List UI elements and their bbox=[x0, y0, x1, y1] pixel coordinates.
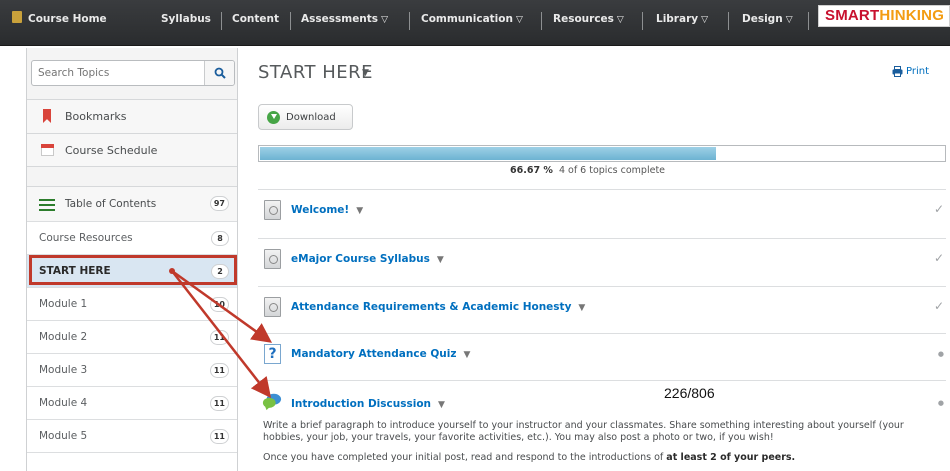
topic-link[interactable]: Attendance Requirements & Academic Hones… bbox=[291, 301, 585, 313]
sidebar-item-label: Module 5 bbox=[39, 430, 88, 442]
nav-divider bbox=[808, 12, 809, 30]
document-icon bbox=[264, 297, 281, 317]
incomplete-dot-icon: ● bbox=[937, 399, 944, 407]
count-badge: 11 bbox=[209, 429, 229, 444]
nav-library[interactable]: Library ▽ bbox=[656, 13, 708, 25]
bookmark-icon bbox=[43, 109, 51, 123]
nav-communication[interactable]: Communication ▽ bbox=[421, 13, 523, 25]
count-badge: 10 bbox=[209, 297, 229, 312]
sidebar-item-course-resources[interactable]: Course Resources 8 bbox=[27, 222, 237, 255]
chevron-down-icon[interactable]: ▼ bbox=[438, 400, 445, 410]
sidebar-item-label: Module 1 bbox=[39, 298, 88, 310]
sidebar-item-module-3[interactable]: Module 3 11 bbox=[27, 354, 237, 387]
count-badge: 2 bbox=[211, 264, 229, 279]
count-badge: 97 bbox=[209, 196, 229, 211]
sidebar: Bookmarks Course Schedule Table of Conte… bbox=[26, 48, 238, 471]
chevron-down-icon[interactable]: ▼ bbox=[356, 206, 363, 216]
topic-link[interactable]: eMajor Course Syllabus ▼ bbox=[291, 253, 444, 265]
course-home-icon bbox=[12, 11, 22, 23]
chevron-down-icon[interactable]: ▼ bbox=[437, 255, 444, 265]
chevron-down-icon[interactable]: ▼ bbox=[362, 68, 369, 78]
sidebar-item-module-1[interactable]: Module 1 10 bbox=[27, 288, 237, 321]
search-button[interactable] bbox=[204, 61, 234, 85]
chevron-down-icon[interactable]: ▼ bbox=[463, 350, 470, 360]
topic-row-quiz: ? Mandatory Attendance Quiz ▼ ● bbox=[258, 333, 946, 375]
discussion-icon bbox=[262, 393, 282, 411]
nav-content[interactable]: Content bbox=[232, 13, 279, 25]
smarthinking-logo[interactable]: SMARTHINKING bbox=[818, 5, 950, 27]
description-paragraph: Once you have completed your initial pos… bbox=[263, 452, 796, 463]
count-badge: 8 bbox=[211, 231, 229, 246]
list-icon bbox=[39, 199, 55, 211]
sidebar-item-label: START HERE bbox=[39, 265, 111, 277]
sidebar-item-partial bbox=[27, 453, 237, 471]
topic-row-discussion: Introduction Discussion ▼ ● bbox=[258, 380, 946, 420]
description-paragraph: Write a brief paragraph to introduce you… bbox=[263, 420, 904, 443]
completed-check-icon: ✓ bbox=[933, 202, 944, 216]
nav-syllabus[interactable]: Syllabus bbox=[161, 13, 211, 25]
document-icon bbox=[264, 200, 281, 220]
nav-divider bbox=[409, 12, 410, 30]
count-badge: 11 bbox=[209, 330, 229, 345]
nav-divider bbox=[642, 12, 643, 30]
completed-check-icon: ✓ bbox=[933, 299, 944, 313]
sidebar-item-start-here[interactable]: START HERE 2 bbox=[27, 255, 237, 288]
top-navbar: Course Home Syllabus Content Assessments… bbox=[0, 0, 950, 46]
search-icon bbox=[214, 67, 226, 79]
nav-resources[interactable]: Resources ▽ bbox=[553, 13, 624, 25]
sidebar-item-label: Module 2 bbox=[39, 331, 88, 343]
progress-bar-fill bbox=[260, 147, 716, 160]
page-counter-overlay: 226/806 bbox=[664, 385, 715, 401]
sidebar-item-label: Table of Contents bbox=[65, 198, 157, 210]
sidebar-item-label: Module 3 bbox=[39, 364, 88, 376]
chevron-down-icon: ▽ bbox=[515, 15, 523, 25]
completed-check-icon: ✓ bbox=[933, 251, 944, 265]
topic-row-syllabus: eMajor Course Syllabus ▼ ✓ bbox=[258, 238, 946, 280]
chevron-down-icon: ▽ bbox=[785, 15, 793, 25]
progress-bar bbox=[258, 145, 946, 162]
topic-link[interactable]: Introduction Discussion ▼ bbox=[291, 398, 445, 410]
nav-assessments[interactable]: Assessments ▽ bbox=[301, 13, 388, 25]
sidebar-item-label: Module 4 bbox=[39, 397, 88, 409]
print-button[interactable]: Print bbox=[892, 66, 929, 77]
discussion-description: Write a brief paragraph to introduce you… bbox=[263, 420, 946, 471]
sidebar-course-schedule[interactable]: Course Schedule bbox=[27, 133, 237, 167]
download-button[interactable]: Download bbox=[258, 104, 353, 130]
nav-divider bbox=[221, 12, 222, 30]
topic-row-attendance: Attendance Requirements & Academic Hones… bbox=[258, 286, 946, 328]
calendar-icon bbox=[41, 144, 54, 156]
topic-link[interactable]: Welcome! ▼ bbox=[291, 204, 363, 216]
nav-course-home[interactable]: Course Home bbox=[28, 13, 107, 25]
nav-divider bbox=[290, 12, 291, 30]
incomplete-dot-icon: ● bbox=[937, 350, 944, 358]
nav-divider bbox=[541, 12, 542, 30]
topic-link[interactable]: Mandatory Attendance Quiz ▼ bbox=[291, 348, 470, 360]
chevron-down-icon[interactable]: ▼ bbox=[578, 303, 585, 313]
chevron-down-icon: ▽ bbox=[701, 15, 709, 25]
nav-design[interactable]: Design ▽ bbox=[742, 13, 793, 25]
sidebar-item-label: Course Schedule bbox=[65, 144, 158, 157]
page-title: START HERE bbox=[258, 62, 374, 83]
search-box bbox=[31, 60, 235, 86]
nav-divider bbox=[728, 12, 729, 30]
printer-icon bbox=[892, 66, 903, 77]
progress-summary: 66.67 % 4 of 6 topics complete bbox=[510, 165, 666, 176]
count-badge: 11 bbox=[209, 396, 229, 411]
topic-row-welcome: Welcome! ▼ ✓ bbox=[258, 189, 946, 231]
sidebar-item-module-2[interactable]: Module 2 11 bbox=[27, 321, 237, 354]
sidebar-item-module-4[interactable]: Module 4 11 bbox=[27, 387, 237, 420]
chevron-down-icon: ▽ bbox=[381, 15, 388, 25]
sidebar-bookmarks[interactable]: Bookmarks bbox=[27, 99, 237, 133]
chevron-down-icon: ▽ bbox=[616, 15, 624, 25]
document-icon bbox=[264, 249, 281, 269]
sidebar-item-label: Bookmarks bbox=[65, 110, 127, 123]
sidebar-item-label: Course Resources bbox=[39, 232, 133, 244]
download-icon bbox=[267, 111, 280, 124]
quiz-icon: ? bbox=[264, 344, 281, 364]
count-badge: 11 bbox=[209, 363, 229, 378]
sidebar-table-of-contents[interactable]: Table of Contents 97 bbox=[27, 186, 237, 222]
sidebar-item-module-5[interactable]: Module 5 11 bbox=[27, 420, 237, 453]
search-topics-input[interactable] bbox=[32, 61, 202, 85]
